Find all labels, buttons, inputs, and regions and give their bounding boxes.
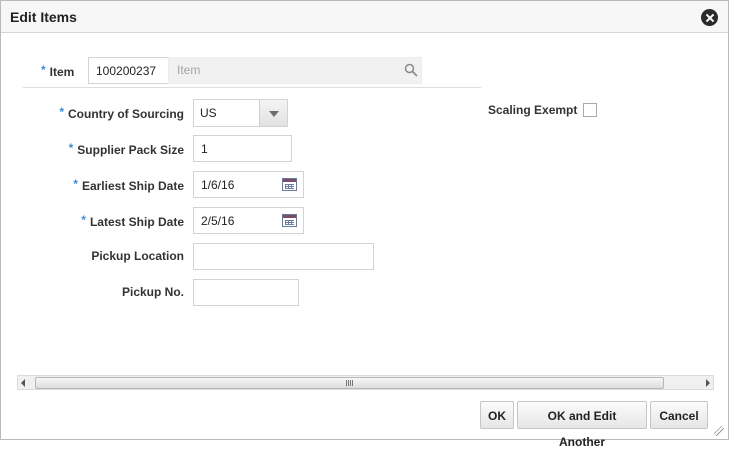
scaling-exempt-label: Scaling Exempt (488, 103, 578, 117)
chevron-down-icon (269, 111, 279, 117)
scaling-exempt-checkbox[interactable] (583, 103, 597, 117)
item-label-group: * Item (41, 63, 74, 79)
grip-icon (346, 380, 353, 386)
pickup-location-label: Pickup Location (91, 249, 184, 263)
section-divider (23, 87, 481, 88)
ok-button[interactable]: OK (480, 401, 514, 429)
pickup-location-input[interactable] (193, 243, 374, 270)
latest-ship-date-label-group: * Latest Ship Date (81, 213, 184, 229)
supplier-pack-size-label-group: * Supplier Pack Size (69, 141, 184, 157)
required-marker: * (73, 177, 78, 191)
ok-and-edit-another-button[interactable]: OK and Edit Another (517, 401, 647, 449)
country-of-sourcing-select[interactable]: US (193, 99, 288, 127)
horizontal-scrollbar[interactable] (17, 375, 714, 390)
edit-items-dialog: Edit Items *Item Item *Country of Sourci… (0, 0, 729, 449)
required-marker: * (41, 63, 46, 77)
cancel-button[interactable]: Cancel (650, 401, 708, 429)
resize-handle-icon[interactable] (714, 426, 724, 436)
item-description-field: Item (168, 57, 422, 84)
scroll-right-arrow-icon[interactable] (706, 379, 710, 387)
dialog-title: Edit Items (10, 9, 77, 25)
required-marker: * (59, 105, 64, 119)
required-marker: * (68, 141, 74, 155)
country-of-sourcing-value: US (200, 106, 217, 120)
calendar-icon[interactable] (282, 214, 297, 227)
search-icon[interactable] (404, 63, 418, 77)
latest-ship-date-label: Latest Ship Date (89, 215, 184, 229)
calendar-icon[interactable] (282, 178, 297, 191)
dialog-title-bar[interactable]: Edit Items (1, 1, 728, 33)
required-marker: * (81, 213, 86, 227)
scrollbar-thumb[interactable] (35, 377, 664, 389)
earliest-ship-date-label-group: * Earliest Ship Date (73, 177, 184, 193)
country-of-sourcing-label-group: * Country of Sourcing (59, 105, 184, 121)
pickup-no-label: Pickup No. (121, 285, 184, 299)
dropdown-button[interactable] (259, 100, 287, 126)
country-of-sourcing-label: Country of Sourcing (68, 107, 184, 121)
supplier-pack-size-label: Supplier Pack Size (77, 143, 184, 157)
item-input[interactable] (88, 57, 169, 84)
pickup-no-input[interactable] (193, 279, 299, 306)
scroll-left-arrow-icon[interactable] (21, 379, 25, 387)
supplier-pack-size-input[interactable] (193, 135, 292, 162)
earliest-ship-date-label: Earliest Ship Date (81, 179, 184, 193)
item-label: Item (49, 65, 75, 79)
close-icon[interactable] (701, 9, 718, 26)
